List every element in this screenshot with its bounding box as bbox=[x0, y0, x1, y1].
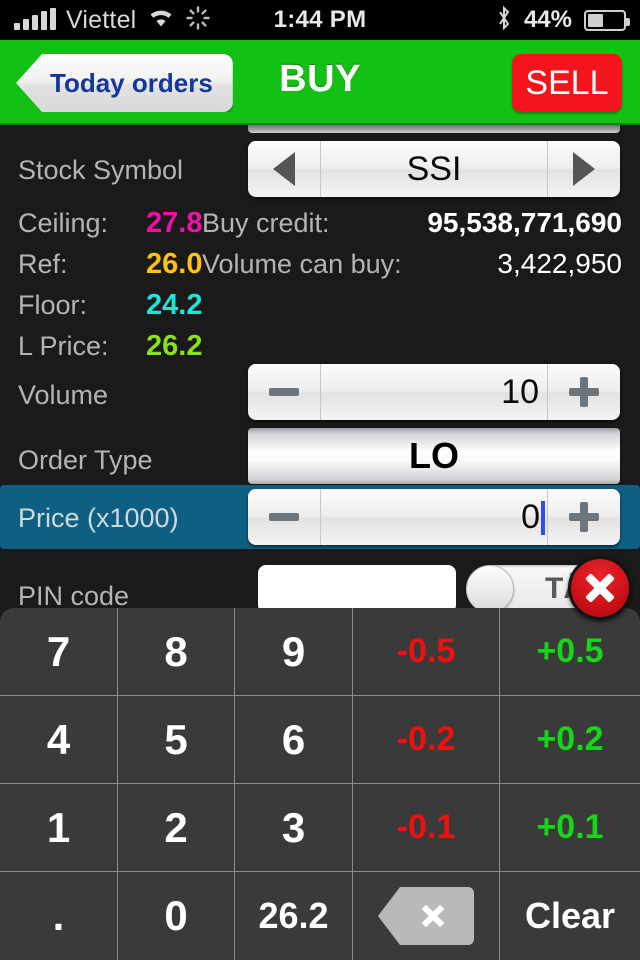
lprice-label: L Price: bbox=[18, 331, 109, 361]
price-decrement-button[interactable] bbox=[248, 489, 320, 545]
stat-row-lprice: L Price: 26.2 bbox=[18, 330, 202, 371]
account-credits: Buy credit: 95,538,771,690 Volume can bu… bbox=[202, 207, 622, 289]
ref-label: Ref: bbox=[18, 249, 68, 279]
volume-value: 10 bbox=[501, 372, 539, 411]
key-7[interactable]: 7 bbox=[0, 608, 118, 696]
status-bar: Viettel 1:44 PM 44% bbox=[0, 0, 640, 40]
volume-input[interactable]: 10 bbox=[320, 364, 548, 420]
floor-label: Floor: bbox=[18, 290, 88, 320]
stock-symbol-stepper[interactable]: SSI bbox=[248, 141, 620, 197]
key-clear[interactable]: Clear bbox=[500, 872, 640, 960]
stock-symbol-prev-button[interactable] bbox=[248, 141, 320, 197]
key-last-price[interactable]: 26.2 bbox=[235, 872, 353, 960]
price-value: 0 bbox=[521, 497, 540, 536]
buy-credit-label: Buy credit: bbox=[202, 208, 330, 238]
key-1[interactable]: 1 bbox=[0, 784, 118, 872]
key-backspace[interactable] bbox=[353, 872, 500, 960]
pin-code-input[interactable] bbox=[258, 565, 456, 613]
ref-value: 26.0 bbox=[146, 248, 203, 280]
order-type-value: LO bbox=[409, 435, 459, 476]
sell-button-label: SELL bbox=[525, 63, 609, 102]
key-2[interactable]: 2 bbox=[118, 784, 235, 872]
volume-increment-button[interactable] bbox=[548, 364, 620, 420]
plus-icon bbox=[569, 377, 599, 407]
volume-decrement-button[interactable] bbox=[248, 364, 320, 420]
bluetooth-icon bbox=[496, 5, 512, 36]
stat-row-floor: Floor: 24.2 bbox=[18, 289, 202, 330]
stock-symbol-value: SSI bbox=[406, 149, 462, 188]
minus-icon bbox=[269, 388, 299, 396]
stock-symbol-next-button[interactable] bbox=[548, 141, 620, 197]
key-4[interactable]: 4 bbox=[0, 696, 118, 784]
buy-credit-value: 95,538,771,690 bbox=[427, 207, 622, 238]
order-form: Stock Symbol SSI Ceiling: 27.8 Ref: 26.0 bbox=[0, 125, 640, 615]
volume-stepper[interactable]: 10 bbox=[248, 364, 620, 420]
stock-symbol-label: Stock Symbol bbox=[18, 155, 184, 185]
key-plus-0-5[interactable]: +0.5 bbox=[500, 608, 640, 696]
price-increment-button[interactable] bbox=[548, 489, 620, 545]
key-8[interactable]: 8 bbox=[118, 608, 235, 696]
price-stats: Ceiling: 27.8 Ref: 26.0 Floor: 24.2 L Pr… bbox=[18, 207, 202, 371]
volume-can-buy-label: Volume can buy: bbox=[202, 249, 402, 279]
close-keypad-button[interactable] bbox=[568, 556, 632, 620]
ceiling-label: Ceiling: bbox=[18, 208, 109, 238]
floor-value: 24.2 bbox=[146, 289, 203, 321]
backspace-icon bbox=[378, 887, 474, 945]
triangle-left-icon bbox=[273, 152, 295, 186]
key-6[interactable]: 6 bbox=[235, 696, 353, 784]
volume-can-buy-value: 3,422,950 bbox=[497, 248, 622, 279]
order-type-picker[interactable]: LO bbox=[248, 428, 620, 484]
nav-bar: Today orders BUY SELL bbox=[0, 40, 640, 125]
toggle-knob bbox=[466, 565, 514, 613]
stat-row-ceiling: Ceiling: 27.8 bbox=[18, 207, 202, 248]
sell-button[interactable]: SELL bbox=[512, 54, 622, 112]
battery-icon bbox=[584, 9, 630, 31]
key-0[interactable]: 0 bbox=[118, 872, 235, 960]
key-5[interactable]: 5 bbox=[118, 696, 235, 784]
price-input[interactable]: 0 bbox=[320, 489, 548, 545]
triangle-right-icon bbox=[573, 152, 595, 186]
key-minus-0-5[interactable]: -0.5 bbox=[353, 608, 500, 696]
order-type-label: Order Type bbox=[18, 445, 153, 475]
volume-can-buy-row: Volume can buy: 3,422,950 bbox=[202, 248, 622, 289]
text-cursor bbox=[541, 500, 545, 535]
key-9[interactable]: 9 bbox=[235, 608, 353, 696]
scrolled-control-sliver bbox=[248, 125, 620, 133]
lprice-value: 26.2 bbox=[146, 330, 203, 362]
numeric-keypad: 7 8 9 -0.5 +0.5 4 5 6 -0.2 +0.2 1 2 3 -0… bbox=[0, 608, 640, 960]
battery-percent-label: 44% bbox=[523, 6, 572, 33]
plus-icon bbox=[569, 502, 599, 532]
price-label: Price (x1000) bbox=[18, 503, 179, 533]
key-minus-0-1[interactable]: -0.1 bbox=[353, 784, 500, 872]
key-plus-0-2[interactable]: +0.2 bbox=[500, 696, 640, 784]
key-minus-0-2[interactable]: -0.2 bbox=[353, 696, 500, 784]
volume-label: Volume bbox=[18, 380, 109, 410]
key-3[interactable]: 3 bbox=[235, 784, 353, 872]
key-plus-0-1[interactable]: +0.1 bbox=[500, 784, 640, 872]
ceiling-value: 27.8 bbox=[146, 207, 203, 239]
minus-icon bbox=[269, 513, 299, 521]
buy-credit-row: Buy credit: 95,538,771,690 bbox=[202, 207, 622, 248]
stat-row-ref: Ref: 26.0 bbox=[18, 248, 202, 289]
price-stepper[interactable]: 0 bbox=[248, 489, 620, 545]
trading-order-screen: Viettel 1:44 PM 44% Today orders BUY SEL… bbox=[0, 0, 640, 960]
close-x-icon bbox=[583, 571, 617, 605]
key-decimal-point[interactable]: . bbox=[0, 872, 118, 960]
stock-symbol-value-field[interactable]: SSI bbox=[320, 141, 548, 197]
